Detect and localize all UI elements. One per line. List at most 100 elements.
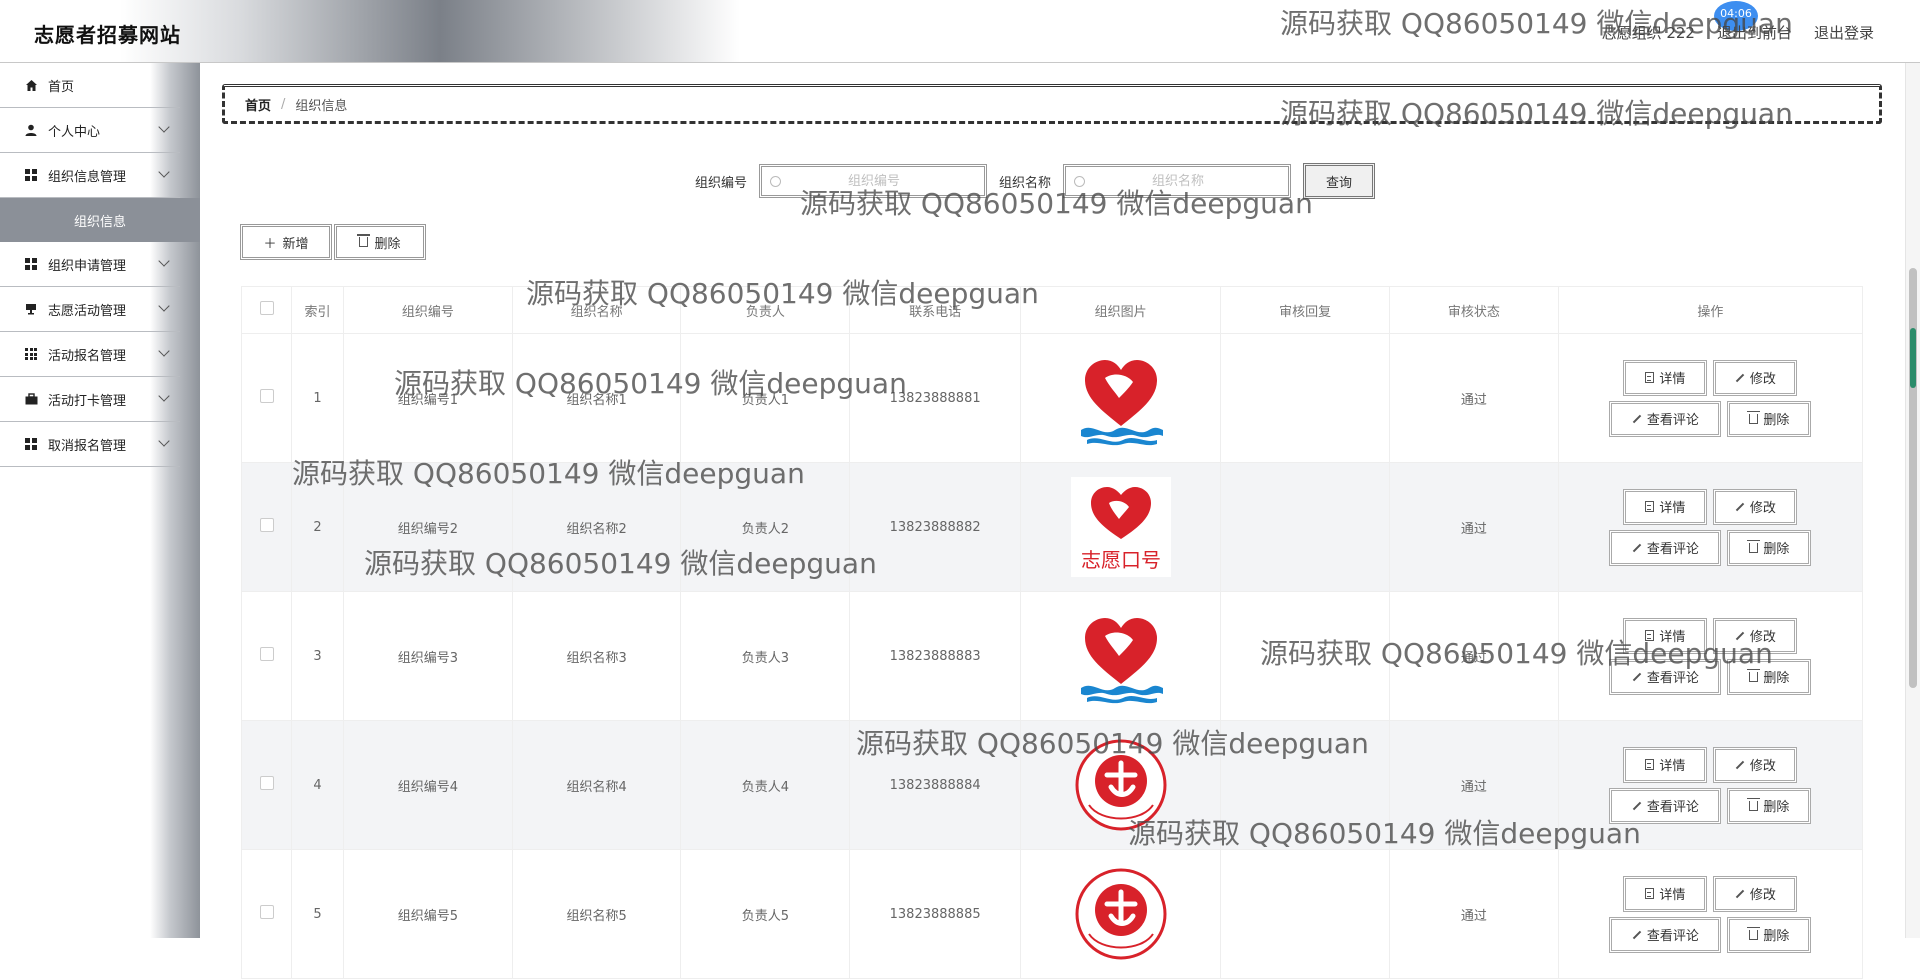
batch-delete-label: 删除 — [374, 236, 401, 252]
view-comments-button[interactable]: 查看评论 — [1609, 658, 1722, 695]
sidebar-item-label: 志愿活动管理 — [48, 303, 127, 319]
sidebar-item-label: 活动打卡管理 — [48, 393, 127, 409]
delete-row-button[interactable]: 删除 — [1727, 400, 1812, 437]
column-header: 负责人 — [680, 286, 851, 334]
edit-icon — [1632, 414, 1642, 423]
logout-link[interactable]: 退出登录 — [1814, 22, 1874, 43]
detail-button[interactable]: 详情 — [1623, 359, 1708, 396]
user-label: 志愿组织 222 — [1601, 24, 1695, 42]
row-checkbox[interactable] — [259, 518, 274, 532]
sidebar-item-activity[interactable]: 志愿活动管理 — [0, 287, 180, 332]
delete-row-label: 删除 — [1763, 542, 1790, 557]
review-reply-cell — [1220, 333, 1391, 463]
edit-button[interactable]: 修改 — [1713, 875, 1798, 912]
add-button[interactable]: ＋ 新增 — [240, 224, 332, 260]
org-code-cell: 组织编号4 — [343, 720, 513, 850]
breadcrumb-separator: / — [281, 96, 286, 112]
sidebar-item-label: 首页 — [48, 79, 75, 95]
row-checkbox[interactable] — [259, 647, 274, 661]
org-name-input[interactable] — [1091, 172, 1266, 190]
org-code-field — [759, 164, 988, 198]
org-image-cell — [1020, 720, 1222, 850]
detail-button[interactable]: 详情 — [1623, 746, 1708, 783]
edit-button[interactable]: 修改 — [1713, 359, 1798, 396]
table-row: 1 组织编号1 组织名称1 负责人1 13823888881 通过 详情 修改 查看评论 删除 — [240, 333, 1864, 463]
row-checkbox[interactable] — [259, 389, 274, 403]
sidebar-item-checkin[interactable]: 活动打卡管理 — [0, 377, 180, 422]
select-all-checkbox[interactable] — [259, 301, 274, 315]
breadcrumb-current: 组织信息 — [295, 98, 348, 114]
review-reply-cell — [1220, 849, 1391, 979]
org-name-label: 组织名称 — [999, 175, 1052, 191]
delete-row-button[interactable]: 删除 — [1727, 658, 1812, 695]
review-status-cell: 通过 — [1389, 720, 1559, 850]
select-all-cell[interactable] — [240, 286, 293, 334]
org-image-cell — [1020, 591, 1222, 721]
trash-icon — [1747, 926, 1761, 940]
sidebar-subitem-org-info[interactable]: 组织信息 — [0, 198, 200, 242]
operations-cell: 详情 修改查看评论 删除 — [1557, 333, 1864, 463]
row-checkbox[interactable] — [259, 776, 274, 790]
search-bar: 组织编号 组织名称 查询 — [695, 163, 1376, 199]
breadcrumb-home[interactable]: 首页 — [245, 95, 271, 114]
org-code-input[interactable] — [787, 172, 962, 190]
column-header: 组织编号 — [343, 286, 513, 334]
org-code-label: 组织编号 — [695, 175, 748, 191]
column-header: 审核状态 — [1389, 286, 1559, 334]
detail-button[interactable]: 详情 — [1623, 488, 1708, 525]
delete-row-label: 删除 — [1763, 800, 1790, 815]
column-header: 联系电话 — [849, 286, 1022, 334]
sidebar-item-label: 组织信息管理 — [48, 169, 127, 185]
phone-cell: 13823888884 — [849, 720, 1022, 850]
detail-button[interactable]: 详情 — [1623, 617, 1708, 654]
edit-button[interactable]: 修改 — [1713, 746, 1798, 783]
flag-icon — [24, 302, 38, 316]
batch-delete-button[interactable]: 删除 — [334, 224, 426, 260]
org-logo-image — [1022, 348, 1219, 448]
detail-label: 详情 — [1659, 372, 1686, 387]
view-comments-button[interactable]: 查看评论 — [1609, 787, 1722, 824]
select-cell[interactable] — [240, 462, 293, 592]
phone-cell: 13823888882 — [849, 462, 1022, 592]
select-cell[interactable] — [240, 720, 293, 850]
detail-button[interactable]: 详情 — [1623, 875, 1708, 912]
select-cell[interactable] — [240, 333, 293, 463]
view-comments-button[interactable]: 查看评论 — [1609, 529, 1722, 566]
view-comments-label: 查看评论 — [1646, 800, 1699, 815]
edit-icon — [1735, 760, 1745, 769]
sidebar-item-cancel-signup[interactable]: 取消报名管理 — [0, 422, 180, 467]
view-comments-label: 查看评论 — [1646, 542, 1699, 557]
back-to-front-link[interactable]: 退出到前台 — [1717, 22, 1792, 43]
search-icon — [1074, 175, 1086, 187]
select-cell[interactable] — [240, 591, 293, 721]
edit-label: 修改 — [1749, 372, 1776, 387]
sidebar-item-signup[interactable]: 活动报名管理 — [0, 332, 180, 377]
query-button[interactable]: 查询 — [1303, 163, 1376, 199]
sidebar-item-org-info-manage[interactable]: 组织信息管理 — [0, 153, 180, 198]
table-row: 4 组织编号4 组织名称4 负责人4 13823888884 通过 详情 修改 查看评论 删除 — [240, 720, 1864, 850]
chevron-down-icon — [158, 435, 170, 447]
leader-cell: 负责人1 — [680, 333, 851, 463]
delete-row-label: 删除 — [1763, 929, 1790, 944]
page-scrollbar[interactable] — [1905, 63, 1920, 938]
sidebar-item-profile[interactable]: 个人中心 — [0, 108, 180, 153]
edit-icon — [1735, 502, 1745, 511]
delete-row-button[interactable]: 删除 — [1727, 787, 1812, 824]
review-status-cell: 通过 — [1389, 462, 1559, 592]
view-comments-button[interactable]: 查看评论 — [1609, 400, 1722, 437]
sidebar-item-home[interactable]: 首页 — [0, 63, 180, 108]
edit-icon — [1735, 373, 1745, 382]
delete-row-button[interactable]: 删除 — [1727, 529, 1812, 566]
view-comments-button[interactable]: 查看评论 — [1609, 916, 1722, 953]
select-cell[interactable] — [240, 849, 293, 979]
sidebar-item-label: 个人中心 — [48, 124, 101, 140]
briefcase-icon — [24, 392, 38, 406]
grid-icon — [24, 257, 38, 271]
delete-row-button[interactable]: 删除 — [1727, 916, 1812, 953]
edit-button[interactable]: 修改 — [1713, 617, 1798, 654]
row-checkbox[interactable] — [259, 905, 274, 919]
sidebar-item-org-apply[interactable]: 组织申请管理 — [0, 242, 180, 287]
edit-button[interactable]: 修改 — [1713, 488, 1798, 525]
leader-cell: 负责人5 — [680, 849, 851, 979]
edit-label: 修改 — [1749, 630, 1776, 645]
